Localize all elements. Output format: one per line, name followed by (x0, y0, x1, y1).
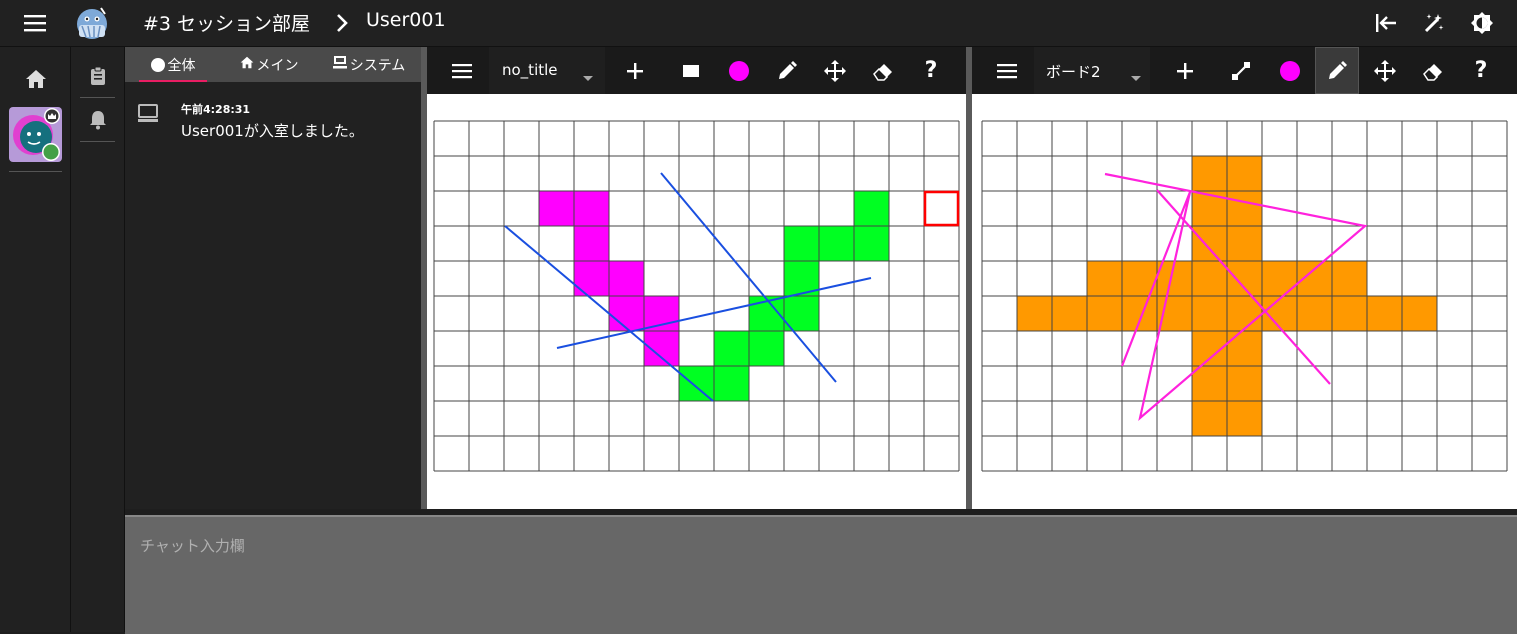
tab-main[interactable]: メイン (221, 47, 317, 82)
menu-icon[interactable] (985, 47, 1029, 94)
message-text: User001が入室しました。 (181, 122, 364, 140)
painted-cell (714, 331, 749, 366)
grid-board-1[interactable] (427, 94, 966, 509)
dropdown-arrow-icon (582, 67, 594, 86)
painted-cell (854, 226, 889, 261)
help-icon[interactable]: ? (1459, 47, 1503, 94)
pencil-icon[interactable] (765, 47, 809, 94)
side-tools-rail (71, 47, 125, 632)
painted-cell (819, 226, 854, 261)
color-swatch (729, 60, 749, 81)
line-tool-icon[interactable] (1219, 47, 1263, 94)
chat-input-area[interactable]: チャット入力欄 (125, 515, 1517, 634)
theme-toggle-icon[interactable] (1466, 8, 1498, 38)
chevron-right-icon (330, 9, 354, 37)
tab-label: システム (349, 57, 406, 74)
home-icon[interactable] (20, 64, 52, 94)
clipboard-icon[interactable] (83, 61, 113, 91)
painted-cell (609, 296, 644, 331)
painted-cell (539, 191, 574, 226)
eraser-icon[interactable] (861, 47, 905, 94)
tab-label: メイン (256, 57, 299, 74)
move-icon[interactable] (813, 47, 857, 94)
painted-cell (854, 191, 889, 226)
painted-cell (784, 226, 819, 261)
board-title: no_title (502, 61, 558, 79)
painted-cell (644, 296, 679, 331)
app-logo (74, 5, 110, 41)
bell-icon[interactable] (83, 105, 113, 135)
tab-label: 全体 (167, 57, 196, 74)
collapse-panel-icon[interactable] (1370, 8, 1402, 38)
grid-board-2[interactable] (972, 94, 1517, 509)
tab-system[interactable]: システム (317, 47, 421, 82)
board-canvas[interactable] (427, 94, 966, 509)
rectangle-icon[interactable] (669, 47, 713, 94)
eraser-icon[interactable] (1411, 47, 1455, 94)
chat-message: 午前4:28:31 User001が入室しました。 (125, 95, 421, 145)
rail-divider (80, 141, 115, 142)
painted-cell (679, 366, 714, 401)
home-icon (240, 56, 254, 73)
board-toolbar: ボード2 ? (972, 47, 1517, 94)
painted-cell (749, 331, 784, 366)
message-time: 午前4:28:31 (181, 103, 251, 116)
menu-icon[interactable] (440, 47, 484, 94)
left-rail (0, 47, 71, 632)
color-picker-icon[interactable] (1268, 47, 1312, 94)
color-picker-icon[interactable] (717, 47, 761, 94)
painted-cell (574, 226, 609, 261)
board-select[interactable]: no_title (489, 47, 605, 94)
board-panel-1: no_title ? (427, 47, 966, 509)
computer-icon (137, 103, 159, 129)
chat-log-panel: 全体 メイン システム 午前4:28:31 User001が入室しました。 (125, 47, 421, 509)
menu-icon[interactable] (20, 8, 50, 38)
board-select[interactable]: ボード2 (1034, 47, 1150, 94)
board-canvas[interactable] (972, 94, 1517, 509)
painted-cell (609, 261, 644, 296)
board-panel-2: ボード2 ? (972, 47, 1517, 509)
cursor-cell (923, 190, 960, 227)
room-title: #3 セッション部屋 (143, 13, 311, 35)
chat-input-placeholder: チャット入力欄 (140, 537, 245, 555)
app-header: #3 セッション部屋 User001 (0, 0, 1517, 47)
add-icon[interactable] (1163, 47, 1207, 94)
dropdown-arrow-icon (1130, 67, 1142, 86)
avatar[interactable] (9, 107, 62, 162)
user-name: User001 (366, 9, 446, 31)
pencil-icon[interactable] (1315, 47, 1359, 94)
board-toolbar: no_title ? (427, 47, 966, 94)
board-title: ボード2 (1046, 63, 1101, 81)
rail-divider (80, 97, 115, 98)
color-swatch (1280, 60, 1300, 81)
circle-icon (150, 57, 165, 72)
add-icon[interactable] (613, 47, 657, 94)
magic-wand-icon[interactable] (1418, 8, 1450, 38)
computer-icon (332, 56, 347, 73)
painted-cell (714, 366, 749, 401)
painted-cell (574, 261, 609, 296)
painted-cell (574, 191, 609, 226)
help-icon[interactable]: ? (909, 47, 953, 94)
chat-tabs: 全体 メイン システム (125, 47, 421, 82)
move-icon[interactable] (1363, 47, 1407, 94)
tab-all[interactable]: 全体 (125, 47, 221, 82)
rail-divider (9, 171, 62, 172)
active-tab-indicator (139, 80, 207, 82)
